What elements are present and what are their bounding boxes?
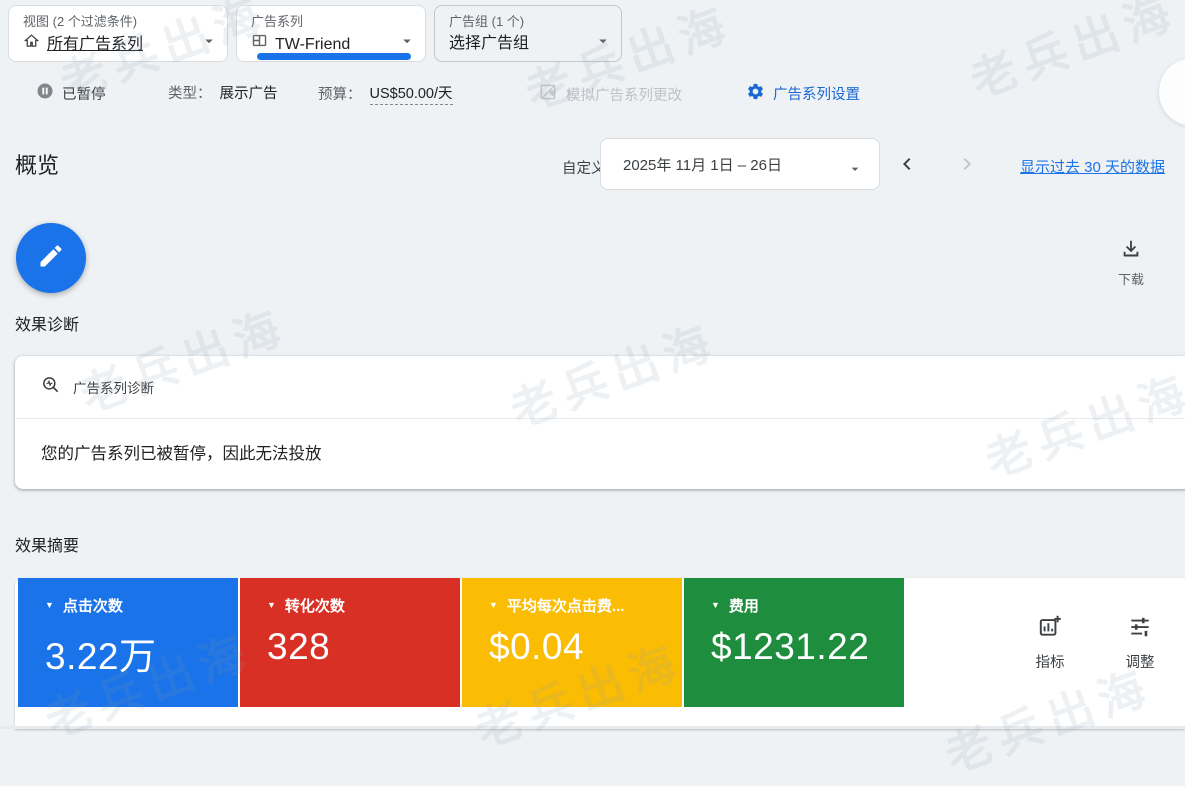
view-filter-dropdown[interactable]: 视图 (2 个过滤条件) 所有广告系列: [8, 5, 228, 62]
adgroup-filter-label: 广告组 (1 个): [449, 14, 591, 30]
metrics-button[interactable]: 指标: [1023, 613, 1077, 672]
scorecard-value: 328: [267, 626, 460, 668]
show-last-30-days-link[interactable]: 显示过去 30 天的数据: [1020, 156, 1165, 177]
diagnosis-message: 您的广告系列已被暂停，因此无法投放: [15, 419, 1185, 485]
date-prev-button[interactable]: [894, 151, 920, 177]
budget-value[interactable]: US$50.00/天: [370, 82, 453, 105]
pencil-icon: [37, 242, 65, 275]
simulate-changes-icon: [538, 82, 558, 106]
type-value: 展示广告: [220, 82, 278, 103]
type-label: 类型：: [168, 82, 212, 103]
scorecard-label: 转化次数: [285, 595, 345, 616]
chevron-down-icon[interactable]: [398, 32, 416, 50]
campaign-settings-button[interactable]: 广告系列设置: [746, 82, 860, 105]
chevron-down-icon[interactable]: ▼: [45, 601, 54, 610]
scorecard-label: 费用: [729, 595, 759, 616]
summary-card: ▼ 点击次数 3.22万 ▼ 转化次数 328 ▼ 平均每次点击费... $0.…: [15, 578, 1185, 729]
adgroup-filter-value[interactable]: 选择广告组: [449, 32, 529, 56]
simulate-changes-label: 模拟广告系列更改: [566, 84, 682, 105]
scorecard-row: ▼ 点击次数 3.22万 ▼ 转化次数 328 ▼ 平均每次点击费... $0.…: [18, 578, 904, 707]
simulate-changes-button: 模拟广告系列更改: [538, 82, 682, 106]
view-filter-label: 视图 (2 个过滤条件): [23, 14, 197, 30]
campaign-type: 类型： 展示广告: [168, 82, 278, 103]
date-range-value: 2025年 11月 1日 – 26日: [623, 154, 782, 175]
scorecard-cost[interactable]: ▼ 费用 $1231.22: [684, 578, 904, 707]
campaign-settings-label: 广告系列设置: [773, 83, 860, 104]
tune-sliders-icon: [1127, 613, 1153, 644]
chevron-down-icon[interactable]: [594, 32, 612, 50]
date-next-button[interactable]: [954, 151, 980, 177]
chevron-down-icon[interactable]: ▼: [711, 601, 720, 610]
campaign-diagnosis-card: 广告系列诊断 您的广告系列已被暂停，因此无法投放: [15, 356, 1185, 489]
scorecard-clicks[interactable]: ▼ 点击次数 3.22万: [18, 578, 238, 707]
status-badge[interactable]: 已暂停: [36, 82, 106, 104]
active-tab-indicator: [257, 53, 411, 60]
page-title: 概览: [15, 148, 59, 180]
scorecard-conversions[interactable]: ▼ 转化次数 328: [240, 578, 460, 707]
campaign-filter-dropdown[interactable]: 广告系列 TW-Friend: [236, 5, 426, 62]
campaign-filter-label: 广告系列: [251, 14, 395, 30]
metrics-label: 指标: [1036, 651, 1065, 672]
download-icon: [1120, 238, 1142, 265]
summary-section-title: 效果摘要: [15, 532, 79, 556]
diagnosis-section-title: 效果诊断: [15, 311, 79, 335]
campaign-status-bar: 已暂停 类型： 展示广告 预算： US$50.00/天 模拟广告系列更改 广告系…: [0, 82, 1185, 110]
scorecard-label: 平均每次点击费...: [507, 595, 625, 616]
status-text: 已暂停: [62, 83, 106, 104]
scorecard-avg-cpc[interactable]: ▼ 平均每次点击费... $0.04: [462, 578, 682, 707]
adjust-button[interactable]: 调整: [1113, 613, 1167, 672]
home-icon: [23, 32, 40, 57]
scorecard-value: 3.22万: [45, 626, 238, 680]
chart-plus-icon: [1037, 613, 1063, 644]
edit-fab-button[interactable]: [16, 223, 86, 293]
pause-circle-icon: [36, 82, 54, 104]
adgroup-filter-dropdown[interactable]: 广告组 (1 个) 选择广告组: [434, 5, 622, 62]
gear-icon: [746, 82, 765, 105]
date-range-picker[interactable]: 2025年 11月 1日 – 26日: [600, 138, 880, 190]
magnifier-pulse-icon: [41, 375, 61, 400]
scorecard-value: $0.04: [489, 626, 682, 668]
chevron-down-icon[interactable]: [200, 32, 218, 50]
campaign-budget[interactable]: 预算： US$50.00/天: [318, 82, 453, 105]
adjust-label: 调整: [1126, 651, 1155, 672]
chevron-down-icon[interactable]: ▼: [267, 601, 276, 610]
chevron-down-icon[interactable]: ▼: [489, 601, 498, 610]
download-button[interactable]: 下载: [1106, 238, 1156, 288]
date-custom-label: 自定义: [562, 157, 606, 178]
scorecard-label: 点击次数: [63, 595, 123, 616]
diagnosis-card-header: 广告系列诊断: [15, 356, 1185, 419]
budget-label: 预算：: [318, 83, 362, 104]
diagnosis-card-title: 广告系列诊断: [73, 377, 154, 397]
download-label: 下载: [1118, 269, 1144, 288]
view-filter-value[interactable]: 所有广告系列: [47, 33, 143, 57]
chevron-down-icon: [847, 161, 863, 177]
scorecard-value: $1231.22: [711, 626, 904, 668]
